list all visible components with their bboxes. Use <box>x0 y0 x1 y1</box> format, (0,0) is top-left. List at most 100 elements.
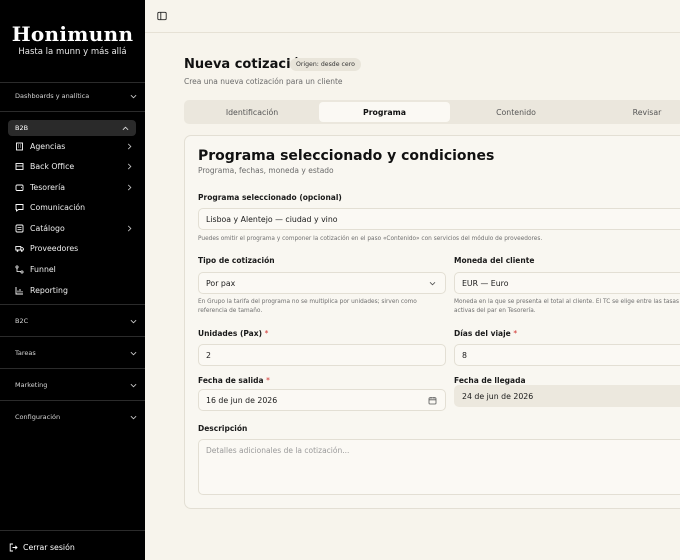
required-marker: * <box>513 329 518 338</box>
tipo-help: En Grupo la tarifa del programa no se mu… <box>198 299 417 314</box>
section-label: Dashboards y analítica <box>15 92 90 100</box>
salida-label: Fecha de salida * <box>198 376 270 385</box>
chevron-down-icon <box>130 94 137 98</box>
brand-tagline: Hasta la munn y más allá <box>18 47 127 57</box>
unidades-label: Unidades (Pax) * <box>198 329 268 338</box>
sidebar-item-label: Agencias <box>30 141 66 151</box>
salida-date-input[interactable]: 16 de jun de 2026 <box>198 389 446 411</box>
funnel-icon <box>15 264 24 274</box>
required-marker: * <box>264 329 269 338</box>
sidebar-item-catalogo[interactable]: Catálogo <box>15 220 133 236</box>
sidebar-item-label: Funnel <box>30 264 56 274</box>
programa-value: Lisboa y Alentejo — ciudad y vino <box>206 214 338 224</box>
logout-button[interactable]: Cerrar sesión <box>9 540 75 554</box>
chevron-right-icon <box>127 184 132 190</box>
card-title: Programa seleccionado y condiciones <box>198 148 495 164</box>
unidades-input[interactable]: 2 <box>198 344 446 366</box>
chevron-right-icon <box>127 163 132 169</box>
sidebar-toggle-icon[interactable] <box>157 11 167 21</box>
truck-icon <box>15 244 24 253</box>
page-subtitle: Crea una nueva cotización para un client… <box>184 77 343 86</box>
divider <box>0 530 145 531</box>
chat-icon <box>15 203 24 212</box>
sidebar-item-proveedores[interactable]: Proveedores <box>15 240 133 256</box>
tipo-value: Por pax <box>206 278 236 288</box>
moneda-help: Moneda en la que se presenta el total al… <box>454 299 680 314</box>
sidebar-item-label: Reporting <box>30 285 68 295</box>
sidebar-item-label: Proveedores <box>30 243 79 253</box>
section-label: B2B <box>15 124 29 132</box>
section-b2c[interactable]: B2C <box>15 313 137 329</box>
wallet-icon <box>15 183 24 192</box>
tab-identificacion[interactable]: Identificación <box>186 102 318 122</box>
divider <box>0 368 145 369</box>
dias-label: Días del viaje * <box>454 329 517 338</box>
programa-help: Puedes omitir el programa y componer la … <box>198 236 543 242</box>
tab-revisar[interactable]: Revisar <box>582 102 680 122</box>
sidebar-item-agencias[interactable]: Agencias <box>15 138 133 154</box>
calendar-icon[interactable] <box>428 396 437 405</box>
sidebar-item-label: Catálogo <box>30 223 65 233</box>
section-configuracion[interactable]: Configuración <box>15 409 137 425</box>
chevron-down-icon <box>130 351 137 355</box>
dias-input[interactable]: 8 <box>454 344 680 366</box>
chevron-down-icon <box>130 383 137 387</box>
programa-label: Programa seleccionado (opcional) <box>198 193 342 202</box>
chevron-up-icon <box>122 126 129 130</box>
moneda-value: EUR — Euro <box>462 278 509 288</box>
moneda-label: Moneda del cliente <box>454 256 535 265</box>
section-dashboards[interactable]: Dashboards y analítica <box>15 88 137 104</box>
sidebar-item-back-office[interactable]: Back Office <box>15 158 133 174</box>
divider <box>0 400 145 401</box>
descripcion-label: Descripción <box>198 424 248 433</box>
salida-label-text: Fecha de salida <box>198 376 264 385</box>
header-divider <box>145 32 680 33</box>
chevron-down-icon <box>429 281 436 286</box>
llegada-value: 24 de jun de 2026 <box>462 391 534 401</box>
brand-logo: Honimunn <box>11 22 134 46</box>
chevron-right-icon <box>127 225 132 231</box>
sidebar-item-label: Back Office <box>30 161 75 171</box>
section-label: Marketing <box>15 381 48 389</box>
section-label: Configuración <box>15 413 61 421</box>
unidades-label-text: Unidades (Pax) <box>198 329 263 338</box>
catalog-icon <box>15 224 24 233</box>
section-label: Tareas <box>15 349 36 357</box>
salida-value: 16 de jun de 2026 <box>206 395 278 405</box>
programa-select[interactable]: Lisboa y Alentejo — ciudad y vino <box>198 208 680 230</box>
dias-label-text: Días del viaje <box>454 329 511 338</box>
chart-icon <box>15 286 24 295</box>
logout-icon <box>9 543 18 551</box>
llegada-label: Fecha de llegada <box>454 376 526 385</box>
moneda-select[interactable]: EUR — Euro <box>454 272 680 294</box>
origin-badge: Origen: desde cero <box>290 58 361 71</box>
divider <box>0 336 145 337</box>
section-label: B2C <box>15 317 29 325</box>
divider <box>0 111 145 112</box>
tab-contenido[interactable]: Contenido <box>451 102 581 122</box>
tipo-label: Tipo de cotización <box>198 256 275 265</box>
tab-programa[interactable]: Programa <box>319 102 450 122</box>
descripcion-textarea[interactable]: Detalles adicionales de la cotización... <box>198 439 680 495</box>
sidebar: Honimunn Hasta la munn y más allá Dashbo… <box>0 0 145 560</box>
section-marketing[interactable]: Marketing <box>15 377 137 393</box>
unidades-value: 2 <box>206 350 211 360</box>
sidebar-item-comunicacion[interactable]: Comunicación <box>15 199 133 215</box>
chevron-right-icon <box>127 143 132 149</box>
building-icon <box>15 142 24 151</box>
chevron-down-icon <box>130 319 137 323</box>
section-b2b[interactable]: B2B <box>8 120 136 136</box>
divider <box>0 82 145 83</box>
tipo-select[interactable]: Por pax <box>198 272 446 294</box>
sidebar-item-tesoreria[interactable]: Tesorería <box>15 179 133 195</box>
required-marker: * <box>266 376 270 385</box>
stepper-tabs: Identificación Programa Contenido Revisa… <box>184 100 680 124</box>
sidebar-item-label: Tesorería <box>30 182 66 192</box>
logout-label: Cerrar sesión <box>23 542 75 552</box>
sidebar-item-reporting[interactable]: Reporting <box>15 282 133 298</box>
dias-value: 8 <box>462 350 467 360</box>
sidebar-item-funnel[interactable]: Funnel <box>15 261 133 277</box>
llegada-readonly-field: 24 de jun de 2026 <box>454 385 680 407</box>
descripcion-placeholder: Detalles adicionales de la cotización... <box>206 446 350 455</box>
section-tareas[interactable]: Tareas <box>15 345 137 361</box>
